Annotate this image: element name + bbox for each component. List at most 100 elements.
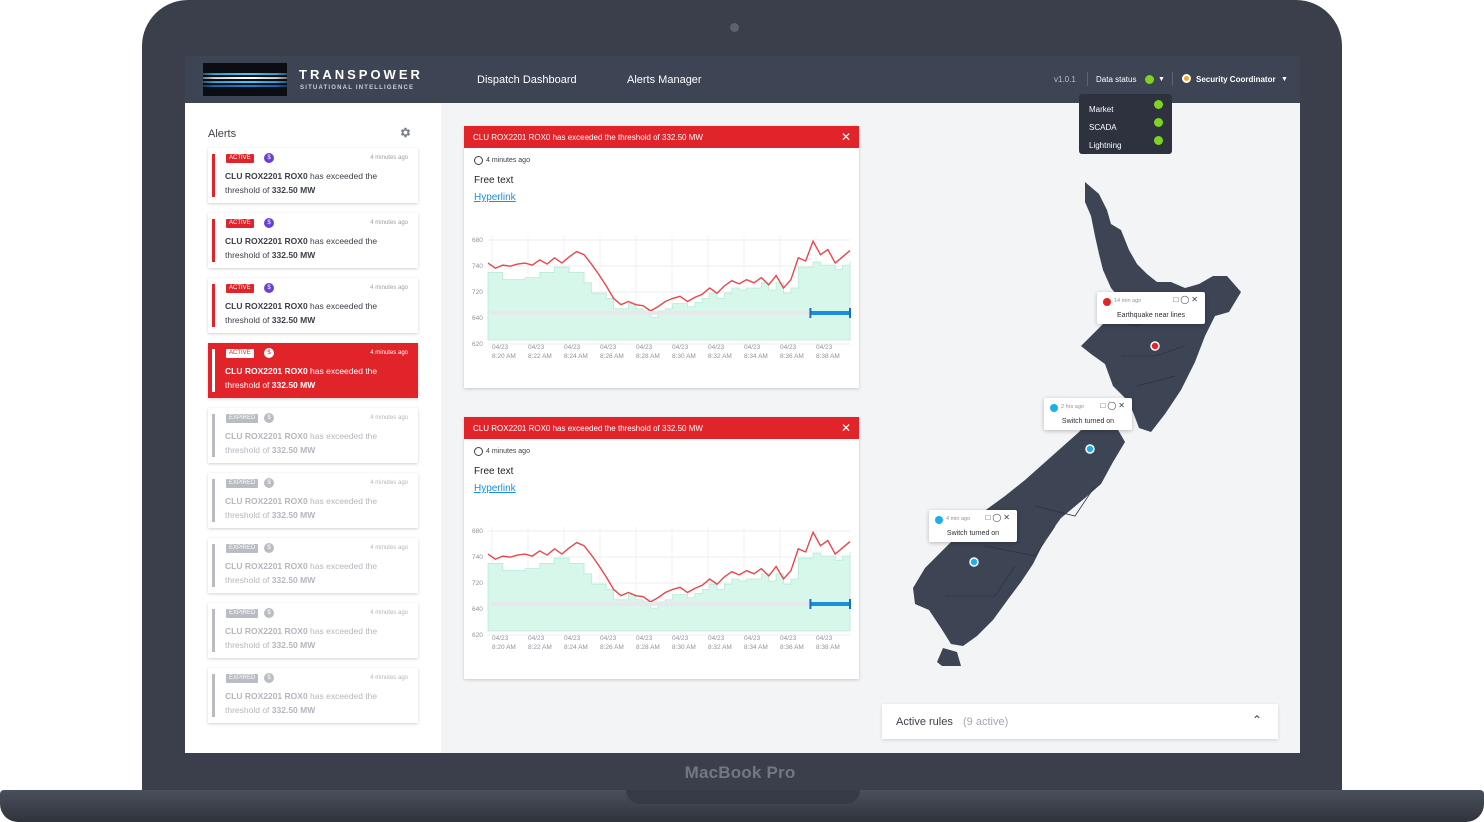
x-tick-label: 8:26 AM [600, 353, 624, 360]
x-tick-label: 04/23 [528, 635, 545, 642]
alert-card[interactable]: ACTIVE $4 minutes ago CLU ROX2201 ROX0 has… [208, 278, 418, 333]
alert-card[interactable]: EXPIRED $4 minutes ago CLU ROX2201 ROX0 ha… [208, 603, 418, 658]
alert-card[interactable]: ACTIVE $4 minutes ago CLU ROX2201 ROX0 has… [208, 343, 418, 398]
popup-actions-icon[interactable]: □◯✕ [1101, 401, 1128, 410]
x-tick-label: 04/23 [600, 635, 617, 642]
alert-value: 332.50 MW [271, 640, 316, 650]
x-tick-label: 8:30 AM [672, 353, 696, 360]
alert-severity-bar [212, 284, 215, 327]
alert-time: 4 minutes ago [370, 610, 408, 616]
alert-card[interactable]: EXPIRED $4 minutes ago CLU ROX2201 ROX0 ha… [208, 538, 418, 593]
x-tick-label: 8:34 AM [744, 644, 768, 651]
dollar-icon: $ [264, 673, 274, 683]
map-popup[interactable]: 2 hrs ago □◯✕ Switch turned on [1044, 398, 1132, 430]
alerts-title: Alerts [208, 128, 237, 140]
user-menu-button[interactable]: Security Coordinator [1196, 75, 1276, 84]
range-handle-icon [849, 599, 851, 609]
alert-card[interactable]: ACTIVE $4 minutes ago CLU ROX2201 ROX0 has… [208, 213, 418, 268]
alert-severity-bar [212, 414, 215, 457]
alert-message: CLU ROX2201 ROX0 has exceeded the thresh… [225, 364, 411, 392]
data-status-indicator-icon [1145, 75, 1154, 84]
y-tick-label: 740 [472, 554, 483, 561]
range-track [490, 311, 850, 315]
divider [1172, 72, 1173, 86]
chevron-up-icon[interactable]: ⌃ [1252, 713, 1262, 727]
gear-icon[interactable] [399, 126, 412, 139]
version-label: v1.0.1 [1054, 75, 1076, 84]
alert-message: CLU ROX2201 ROX0 has exceeded the thresh… [225, 494, 411, 522]
alert-time: 4 minutes ago [370, 480, 408, 486]
y-tick-label: 620 [472, 341, 483, 348]
alert-message: CLU ROX2201 ROX0 has exceeded the thresh… [225, 689, 411, 717]
alert-time: 4 minutes ago [370, 675, 408, 681]
laptop-notch [626, 790, 860, 804]
x-tick-label: 04/23 [780, 344, 797, 351]
dollar-icon: $ [264, 478, 274, 488]
x-tick-label: 8:28 AM [636, 644, 660, 651]
map-popup[interactable]: 4 min ago □◯✕ Switch turned on [929, 510, 1017, 542]
x-tick-label: 8:38 AM [816, 644, 840, 651]
x-tick-label: 8:20 AM [492, 353, 516, 360]
status-badge: EXPIRED [226, 544, 259, 553]
alert-time: 4 minutes ago [370, 155, 408, 161]
alert-card[interactable]: EXPIRED $4 minutes ago CLU ROX2201 ROX0 ha… [208, 408, 418, 463]
x-tick-label: 8:34 AM [744, 353, 768, 360]
data-status-button[interactable]: Data status [1096, 75, 1136, 84]
x-tick-label: 8:28 AM [636, 353, 660, 360]
status-dot-icon [1103, 298, 1111, 306]
alert-value: 332.50 MW [271, 185, 316, 195]
nav-dispatch-dashboard[interactable]: Dispatch Dashboard [477, 74, 577, 86]
alert-marker-icon[interactable] [1150, 341, 1160, 351]
nav-alerts-manager[interactable]: Alerts Manager [627, 74, 702, 86]
popup-actions-icon[interactable]: □◯✕ [1174, 295, 1201, 304]
x-tick-label: 04/23 [636, 635, 653, 642]
status-ok-icon [1154, 136, 1163, 145]
brand-name: TRANSPOWER [299, 67, 423, 82]
clock-icon [474, 156, 483, 165]
status-badge: ACTIVE [226, 284, 254, 293]
alert-severity-bar [212, 479, 215, 522]
alert-message: CLU ROX2201 ROX0 has exceeded the thresh… [225, 299, 411, 327]
map-popup[interactable]: 14 min ago □◯✕ Earthquake near lines [1097, 292, 1205, 324]
camera-icon [730, 23, 739, 32]
alert-message: CLU ROX2201 ROX0 has exceeded the thresh… [225, 234, 411, 262]
transpower-logo-icon[interactable] [203, 63, 287, 96]
range-handle-icon [849, 308, 851, 318]
alert-source: CLU ROX2201 ROX0 [225, 301, 308, 311]
divider [1087, 72, 1088, 86]
panel-free-text: Free text [474, 175, 514, 186]
x-tick-label: 04/23 [492, 635, 509, 642]
x-tick-label: 8:22 AM [528, 644, 552, 651]
alert-marker-icon[interactable] [1085, 444, 1095, 454]
alert-card[interactable]: EXPIRED $4 minutes ago CLU ROX2201 ROX0 ha… [208, 473, 418, 528]
chevron-down-icon[interactable]: ▼ [1281, 76, 1288, 83]
status-row-scada: SCADA [1089, 117, 1167, 132]
panel-hyperlink[interactable]: Hyperlink [474, 483, 516, 494]
status-dot-icon [935, 516, 943, 524]
x-tick-label: 8:26 AM [600, 644, 624, 651]
alert-marker-icon[interactable] [969, 557, 979, 567]
x-tick-label: 8:20 AM [492, 644, 516, 651]
alert-severity-bar [212, 349, 215, 392]
alert-card[interactable]: ACTIVE $4 minutes ago CLU ROX2201 ROX0 has… [208, 148, 418, 203]
active-rules-bar[interactable]: Active rules (9 active) ⌃ [882, 704, 1278, 739]
alert-value: 332.50 MW [271, 705, 316, 715]
panel-hyperlink[interactable]: Hyperlink [474, 192, 516, 203]
status-badge: EXPIRED [226, 609, 259, 618]
alert-detail-panel: CLU ROX2201 ROX0 has exceeded the thresh… [464, 126, 859, 388]
popup-actions-icon[interactable]: □◯✕ [986, 513, 1013, 522]
x-tick-label: 04/23 [564, 344, 581, 351]
y-tick-label: 720 [472, 289, 483, 296]
alert-card[interactable]: EXPIRED $4 minutes ago CLU ROX2201 ROX0 ha… [208, 668, 418, 723]
status-badge: EXPIRED [226, 674, 259, 683]
alert-time: 4 minutes ago [370, 545, 408, 551]
y-tick-label: 640 [472, 315, 483, 322]
stewart-island-shape [937, 648, 961, 666]
close-icon[interactable]: ✕ [841, 131, 851, 143]
alert-source: CLU ROX2201 ROX0 [225, 691, 308, 701]
x-tick-label: 8:38 AM [816, 353, 840, 360]
x-tick-label: 04/23 [708, 635, 725, 642]
close-icon[interactable]: ✕ [841, 422, 851, 434]
range-track [490, 602, 850, 606]
chevron-down-icon[interactable]: ▼ [1158, 76, 1165, 83]
